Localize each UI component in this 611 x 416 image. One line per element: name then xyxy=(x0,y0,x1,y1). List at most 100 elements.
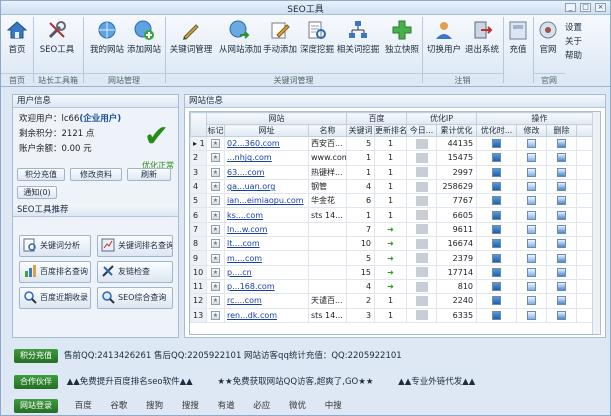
delete-cell[interactable] xyxy=(546,236,578,252)
mark-cell[interactable]: ★ xyxy=(206,207,225,223)
add-from-site-button[interactable]: 从网站添加 xyxy=(219,19,262,71)
opt-time-cell[interactable] xyxy=(476,278,518,295)
delete-cell[interactable] xyxy=(546,150,578,166)
edit-cell[interactable] xyxy=(516,178,548,195)
table-row[interactable]: 6 ★ ks....com sts 14... 1 1 6605 xyxy=(190,207,600,223)
url-link[interactable]: ga...uan.org xyxy=(224,178,309,195)
link-check-button[interactable]: 友链检查 xyxy=(97,261,173,283)
delete-cell[interactable] xyxy=(546,250,578,266)
my-sites-button[interactable]: 我的网站 xyxy=(89,19,125,71)
mark-cell[interactable]: ★ xyxy=(206,264,225,280)
login-link-youdao[interactable]: 有道 xyxy=(218,397,235,415)
table-row[interactable]: 9 ★ m....com 5 ➜ 2379 xyxy=(190,250,600,266)
opt-time-cell[interactable] xyxy=(476,221,518,238)
mark-cell[interactable]: ★ xyxy=(206,135,225,152)
opt-time-cell[interactable] xyxy=(476,293,518,309)
refresh-button[interactable]: 刷新 xyxy=(127,168,171,181)
close-button[interactable]: × xyxy=(595,3,606,12)
col-mark[interactable]: 标记 xyxy=(206,124,225,137)
edit-profile-button[interactable]: 修改资料 xyxy=(70,168,122,181)
edit-cell[interactable] xyxy=(516,236,548,252)
col-today[interactable]: 今日... xyxy=(406,124,438,137)
opt-time-cell[interactable] xyxy=(476,264,518,280)
delete-cell[interactable] xyxy=(546,135,578,152)
url-link[interactable]: ian...eimiaopu.com xyxy=(224,193,309,209)
col-opt-time[interactable]: 优化时... xyxy=(476,124,518,137)
table-scrollbar[interactable] xyxy=(592,112,600,334)
mark-cell[interactable]: ★ xyxy=(206,307,225,323)
about-link[interactable]: 关于 xyxy=(565,35,582,49)
url-link[interactable]: m....com xyxy=(224,250,309,266)
edit-cell[interactable] xyxy=(516,307,548,323)
opt-time-cell[interactable] xyxy=(476,150,518,166)
table-row[interactable]: 8 ★ lt....com 10 ➜ 16674 xyxy=(190,236,600,252)
opt-time-cell[interactable] xyxy=(476,250,518,266)
seo-tool-button[interactable]: SEO工具 xyxy=(39,19,75,71)
snapshot-button[interactable]: 独立快照 xyxy=(385,19,419,71)
keyword-analysis-button[interactable]: 关键词分析 xyxy=(19,235,91,257)
mark-cell[interactable]: ★ xyxy=(206,221,225,238)
edit-cell[interactable] xyxy=(516,193,548,209)
switch-user-button[interactable]: 切换用户 xyxy=(427,19,461,71)
table-row[interactable]: 13 ★ ren...dk.com sts 14... 3 1 6335 xyxy=(190,307,600,323)
delete-cell[interactable] xyxy=(546,207,578,223)
opt-time-cell[interactable] xyxy=(476,135,518,152)
help-link[interactable]: 帮助 xyxy=(565,49,582,63)
login-link-zhongsou[interactable]: 中搜 xyxy=(325,397,342,415)
col-total-opt[interactable]: 累计优化 xyxy=(436,124,478,137)
recharge-tag-button[interactable]: 积分充值 xyxy=(14,349,58,363)
edit-cell[interactable] xyxy=(516,250,548,266)
recharge-points-button[interactable]: 积分充值 xyxy=(17,168,65,181)
edit-cell[interactable] xyxy=(516,135,548,152)
delete-cell[interactable] xyxy=(546,264,578,280)
recharge-button[interactable]: 充值 xyxy=(507,19,529,71)
mark-cell[interactable]: ★ xyxy=(206,150,225,166)
delete-cell[interactable] xyxy=(546,178,578,195)
mark-cell[interactable]: ★ xyxy=(206,164,225,180)
settings-link[interactable]: 设置 xyxy=(565,21,582,35)
url-link[interactable]: ...nhjq.com xyxy=(224,150,309,166)
table-row[interactable]: 11 ★ p...168.com 4 ➜ 810 xyxy=(190,278,600,295)
url-link[interactable]: lt....com xyxy=(224,236,309,252)
opt-time-cell[interactable] xyxy=(476,207,518,223)
partner-link-2[interactable]: ★★免费获取网站QQ访客,超爽了,GO★★ xyxy=(217,377,373,387)
delete-cell[interactable] xyxy=(546,307,578,323)
add-site-button[interactable]: 添加网站 xyxy=(127,19,161,71)
url-link[interactable]: 02...360.com xyxy=(224,135,309,152)
opt-time-cell[interactable] xyxy=(476,307,518,323)
maximize-button[interactable]: □ xyxy=(580,3,591,12)
delete-cell[interactable] xyxy=(546,293,578,309)
minimize-button[interactable]: _ xyxy=(565,3,576,12)
keyword-rank-query-button[interactable]: 关键词排名查询 xyxy=(97,235,173,257)
seo-comprehensive-query-button[interactable]: SEO综合查询 xyxy=(97,287,173,309)
edit-cell[interactable] xyxy=(516,150,548,166)
table-row[interactable]: 3 ★ 63....com 热键样... 1 1 2997 xyxy=(190,164,600,180)
opt-time-cell[interactable] xyxy=(476,178,518,195)
table-row[interactable]: ▸ 1 ★ 02...360.com 西安百... 5 1 44135 xyxy=(190,135,600,152)
mark-cell[interactable]: ★ xyxy=(206,293,225,309)
home-button[interactable]: 首页 xyxy=(5,19,29,71)
col-update-rank[interactable]: 更新排名 xyxy=(374,124,408,137)
partner-link-1[interactable]: ▲▲免费提升百度排名seo软件▲▲ xyxy=(67,377,193,387)
partner-link-3[interactable]: ▲▲专业外链代发▲▲ xyxy=(398,377,475,387)
col-name[interactable]: 名称 xyxy=(307,124,348,137)
keyword-manage-button[interactable]: 关键词管理 xyxy=(169,19,213,71)
login-link-soso[interactable]: 搜搜 xyxy=(182,397,199,415)
mark-cell[interactable]: ★ xyxy=(206,278,225,295)
edit-cell[interactable] xyxy=(516,207,548,223)
delete-cell[interactable] xyxy=(546,193,578,209)
edit-cell[interactable] xyxy=(516,164,548,180)
col-url[interactable]: 网址 xyxy=(224,124,309,137)
login-link-google[interactable]: 谷歌 xyxy=(110,397,127,415)
opt-time-cell[interactable] xyxy=(476,164,518,180)
mark-cell[interactable]: ★ xyxy=(206,178,225,195)
table-row[interactable]: 10 ★ p....cn 15 ➜ 17714 xyxy=(190,264,600,280)
official-site-button[interactable]: 官网 xyxy=(537,19,559,71)
mark-cell[interactable]: ★ xyxy=(206,250,225,266)
col-keyword[interactable]: 关键词 xyxy=(346,124,376,137)
url-link[interactable]: rc....com xyxy=(224,293,309,309)
url-link[interactable]: ln...w.com xyxy=(224,221,309,238)
logout-button[interactable]: 退出系统 xyxy=(465,19,499,71)
url-link[interactable]: ks....com xyxy=(224,207,309,223)
url-link[interactable]: p...168.com xyxy=(224,278,309,295)
